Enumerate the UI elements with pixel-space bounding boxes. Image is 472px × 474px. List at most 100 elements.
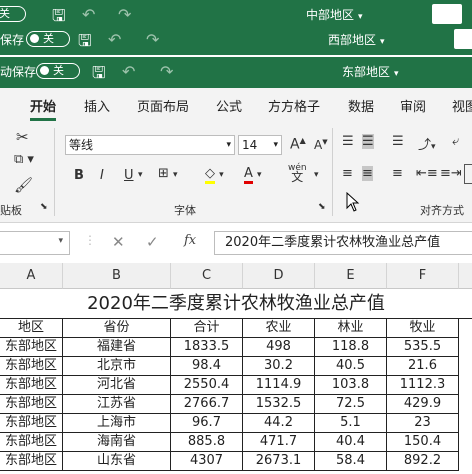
table-cell[interactable]: 河北省 (63, 376, 171, 395)
column-header-e[interactable]: E (315, 263, 387, 289)
window-title[interactable]: 西部地区 ▾ (328, 31, 385, 48)
table-cell[interactable]: 东部地区 (0, 433, 63, 452)
header-cell[interactable]: 林业 (315, 319, 387, 338)
redo-icon[interactable]: ↷ (146, 30, 159, 49)
align-middle-icon[interactable]: ☰ (362, 134, 374, 149)
tab-review[interactable]: 审阅 (400, 96, 426, 115)
font-size-combo[interactable]: 14 ▾ (238, 135, 282, 155)
redo-icon[interactable]: ↷ (160, 62, 173, 81)
column-header-a[interactable]: A (0, 263, 63, 289)
tab-insert[interactable]: 插入 (84, 96, 110, 115)
autosave-toggle[interactable]: 关 (26, 31, 70, 47)
column-header-d[interactable]: D (243, 263, 315, 289)
table-cell[interactable]: 150.4 (387, 433, 459, 452)
table-cell[interactable]: 44.2 (243, 414, 315, 433)
header-cell[interactable]: 合计 (171, 319, 243, 338)
font-launcher-icon[interactable]: ⬊ (318, 202, 326, 212)
table-cell[interactable]: 2550.4 (171, 376, 243, 395)
column-header-f[interactable]: F (387, 263, 459, 289)
table-cell[interactable]: 96.7 (171, 414, 243, 433)
phonetic-dropdown-icon[interactable]: ▾ (314, 170, 319, 180)
copy-icon[interactable]: ⧉ ▾ (14, 152, 34, 167)
autosave-toggle[interactable]: 关 (0, 6, 26, 22)
table-cell[interactable]: 5.1 (315, 414, 387, 433)
column-header-b[interactable]: B (63, 263, 171, 289)
orientation-icon[interactable]: ⤴▾ (418, 134, 436, 153)
header-cell[interactable]: 地区 (0, 319, 63, 338)
insert-function-icon[interactable]: fx (184, 233, 196, 248)
decrease-indent-icon[interactable]: ⇤≡ (416, 166, 438, 181)
align-bottom-icon[interactable]: ☰ (392, 134, 404, 149)
table-cell[interactable]: 429.9 (387, 395, 459, 414)
underline-button[interactable]: U (124, 168, 134, 183)
phonetic-icon[interactable]: wén 文 (288, 164, 307, 184)
search-box[interactable] (432, 4, 462, 24)
table-cell[interactable]: 40.4 (315, 433, 387, 452)
formula-input[interactable]: 2020年二季度累计农林牧渔业总产值 (214, 231, 472, 255)
table-cell[interactable]: 498 (243, 338, 315, 357)
italic-button[interactable]: I (100, 168, 104, 183)
table-cell[interactable]: 东部地区 (0, 357, 63, 376)
window-title[interactable]: 东部地区 ▾ (342, 63, 399, 80)
bold-button[interactable]: B (74, 168, 84, 183)
table-cell[interactable]: 30.2 (243, 357, 315, 376)
table-cell[interactable]: 23 (387, 414, 459, 433)
search-box[interactable] (454, 29, 472, 49)
cancel-icon[interactable]: ✕ (112, 233, 125, 251)
table-cell[interactable]: 471.7 (243, 433, 315, 452)
table-cell[interactable]: 58.4 (315, 452, 387, 471)
increase-indent-icon[interactable]: ≡⇥ (440, 166, 462, 181)
font-name-combo[interactable]: 等线 ▾ (65, 135, 235, 155)
undo-icon[interactable]: ↶ (108, 30, 121, 49)
align-center-icon[interactable]: ≡ (362, 166, 373, 181)
underline-dropdown-icon[interactable]: ▾ (138, 170, 143, 180)
table-cell[interactable]: 885.8 (171, 433, 243, 452)
table-cell[interactable]: 山东省 (63, 452, 171, 471)
redo-icon[interactable]: ↷ (118, 5, 131, 24)
table-cell[interactable]: 40.5 (315, 357, 387, 376)
header-cell[interactable]: 省份 (63, 319, 171, 338)
table-cell[interactable]: 72.5 (315, 395, 387, 414)
undo-icon[interactable]: ↶ (82, 5, 95, 24)
table-cell[interactable]: 892.2 (387, 452, 459, 471)
table-cell[interactable]: 118.8 (315, 338, 387, 357)
table-cell[interactable]: 1532.5 (243, 395, 315, 414)
enter-icon[interactable]: ✓ (146, 233, 159, 251)
table-cell[interactable]: 东部地区 (0, 395, 63, 414)
table-cell[interactable]: 福建省 (63, 338, 171, 357)
table-cell[interactable]: 2673.1 (243, 452, 315, 471)
fill-color-icon[interactable]: ◇ ▾ (205, 166, 224, 184)
table-cell[interactable]: 东部地区 (0, 414, 63, 433)
table-cell[interactable]: 上海市 (63, 414, 171, 433)
column-header-g[interactable] (459, 263, 472, 289)
cut-icon[interactable]: ✂ (16, 128, 29, 146)
table-cell[interactable]: 1833.5 (171, 338, 243, 357)
column-header-c[interactable]: C (171, 263, 243, 289)
merge-center-icon[interactable] (464, 164, 472, 184)
tab-view[interactable]: 视图 (452, 96, 472, 115)
table-cell[interactable]: 4307 (171, 452, 243, 471)
table-cell[interactable]: 1114.9 (243, 376, 315, 395)
borders-icon[interactable]: ⊞ ▾ (158, 166, 178, 181)
align-left-icon[interactable]: ≡ (342, 166, 353, 181)
tab-formulas[interactable]: 公式 (216, 96, 242, 115)
table-cell[interactable]: 103.8 (315, 376, 387, 395)
header-cell[interactable]: 农业 (243, 319, 315, 338)
table-cell[interactable]: 1112.3 (387, 376, 459, 395)
wrap-text-icon[interactable]: ⤶ (452, 134, 459, 149)
shrink-font-icon[interactable]: A▼ (314, 138, 328, 152)
tab-fangfang[interactable]: 方方格子 (268, 96, 320, 115)
font-color-icon[interactable]: A ▾ (244, 166, 262, 184)
header-cell[interactable]: 牧业 (387, 319, 459, 338)
save-icon[interactable]: 🖫 (78, 30, 92, 55)
align-top-icon[interactable]: ☰ (342, 134, 354, 149)
table-cell[interactable]: 535.5 (387, 338, 459, 357)
tab-page-layout[interactable]: 页面布局 (137, 96, 189, 115)
tab-data[interactable]: 数据 (348, 96, 374, 115)
table-cell[interactable]: 东部地区 (0, 338, 63, 357)
save-icon[interactable]: 🖫 (92, 62, 106, 88)
window-title[interactable]: 中部地区 ▾ (306, 6, 363, 23)
table-cell[interactable]: 江苏省 (63, 395, 171, 414)
format-painter-icon[interactable]: 🖌 (14, 176, 33, 194)
table-cell[interactable]: 海南省 (63, 433, 171, 452)
